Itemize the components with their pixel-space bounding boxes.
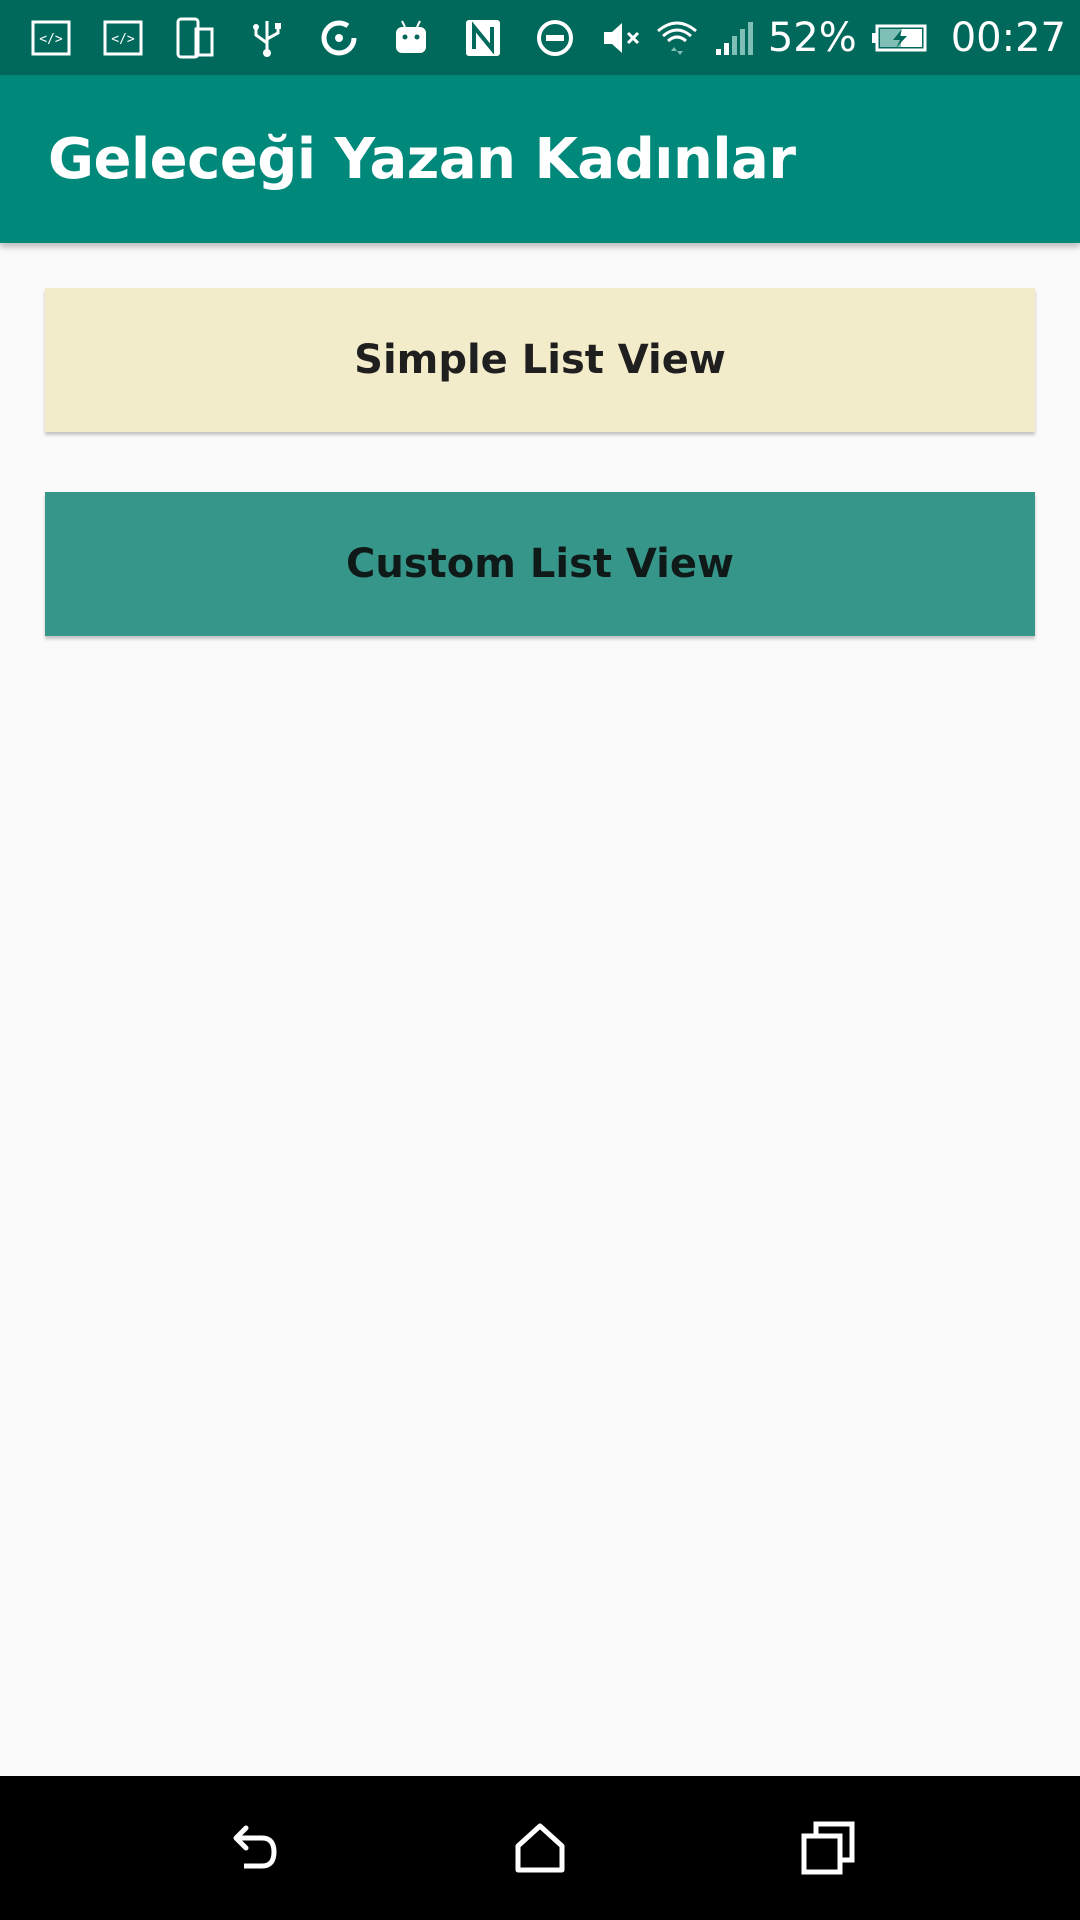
svg-text:</>: </>: [111, 32, 135, 47]
volume-mute-icon: [600, 17, 642, 59]
code-icon: </>: [30, 17, 72, 59]
phone-rotate-icon: [174, 17, 216, 59]
nfc-icon: [462, 17, 504, 59]
sync-icon: [318, 17, 360, 59]
navigation-bar: [0, 1776, 1080, 1920]
svg-text:</>: </>: [39, 32, 63, 47]
cell-signal-icon: [712, 17, 754, 59]
status-bar: </> </> 52% 00:27: [0, 0, 1080, 75]
app-title: Geleceği Yazan Kadınlar: [48, 126, 796, 192]
home-icon[interactable]: [504, 1812, 576, 1884]
custom-list-view-button[interactable]: Custom List View: [45, 492, 1035, 636]
recents-icon[interactable]: [792, 1812, 864, 1884]
usb-icon: [246, 17, 288, 59]
back-icon[interactable]: [218, 1812, 290, 1884]
battery-charging-icon: [871, 17, 929, 59]
wifi-icon: [656, 17, 698, 59]
simple-list-view-button[interactable]: Simple List View: [45, 288, 1035, 432]
battery-percent: 52%: [767, 14, 857, 61]
do-not-disturb-icon: [534, 17, 576, 59]
code-icon: </>: [102, 17, 144, 59]
android-icon: [390, 17, 432, 59]
app-bar: Geleceği Yazan Kadınlar: [0, 75, 1080, 243]
clock: 00:27: [950, 14, 1066, 61]
